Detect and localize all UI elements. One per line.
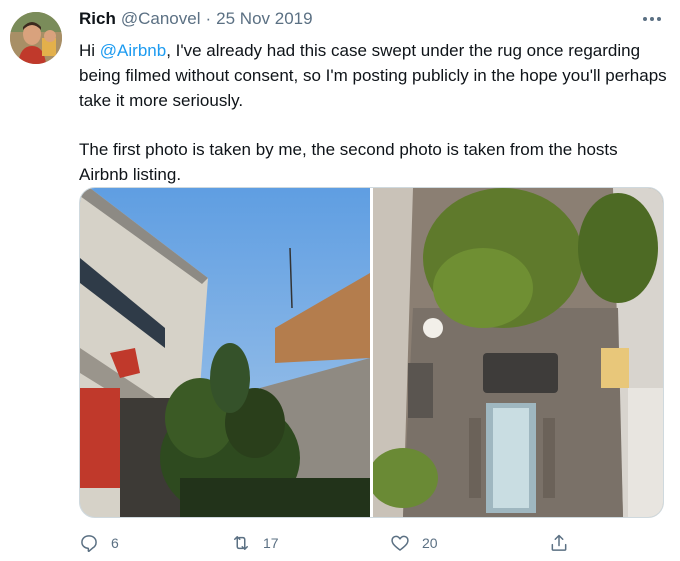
separator: · — [205, 9, 212, 28]
photo-1[interactable] — [80, 188, 370, 517]
tweet-header: Rich @Canovel · 25 Nov 2019 — [79, 9, 313, 31]
author-handle[interactable]: @Canovel — [121, 9, 201, 29]
share-icon — [549, 533, 569, 553]
tweet-text: Hi @Airbnb, I've already had this case s… — [79, 38, 669, 211]
photo-2[interactable] — [373, 188, 663, 517]
text-body: , I've already had this case swept under… — [79, 41, 667, 110]
reply-count: 6 — [111, 535, 119, 551]
heart-icon — [390, 533, 410, 553]
avatar-image — [10, 12, 62, 64]
tweet-date[interactable]: 25 Nov 2019 — [216, 9, 312, 29]
retweet-icon — [231, 533, 251, 553]
text-prefix: Hi — [79, 41, 100, 60]
retweet-button[interactable]: 17 — [231, 528, 279, 558]
share-button[interactable] — [549, 528, 569, 558]
like-count: 20 — [422, 535, 438, 551]
more-icon[interactable] — [640, 8, 664, 30]
tweet: Rich @Canovel · 25 Nov 2019 Hi @Airbnb, … — [0, 0, 680, 561]
avatar[interactable] — [10, 12, 62, 64]
photo-2-image — [373, 188, 663, 517]
author-name[interactable]: Rich — [79, 9, 116, 29]
tweet-media — [79, 187, 664, 518]
tweet-paragraph-2: The first photo is taken by me, the seco… — [79, 140, 618, 184]
reply-icon — [79, 533, 99, 553]
like-button[interactable]: 20 — [390, 528, 438, 558]
photo-1-image — [80, 188, 370, 517]
tweet-actions: 6 17 20 — [79, 528, 599, 558]
retweet-count: 17 — [263, 535, 279, 551]
mention-link[interactable]: @Airbnb — [100, 41, 166, 60]
tweet-paragraph-1: Hi @Airbnb, I've already had this case s… — [79, 38, 669, 113]
reply-button[interactable]: 6 — [79, 528, 119, 558]
